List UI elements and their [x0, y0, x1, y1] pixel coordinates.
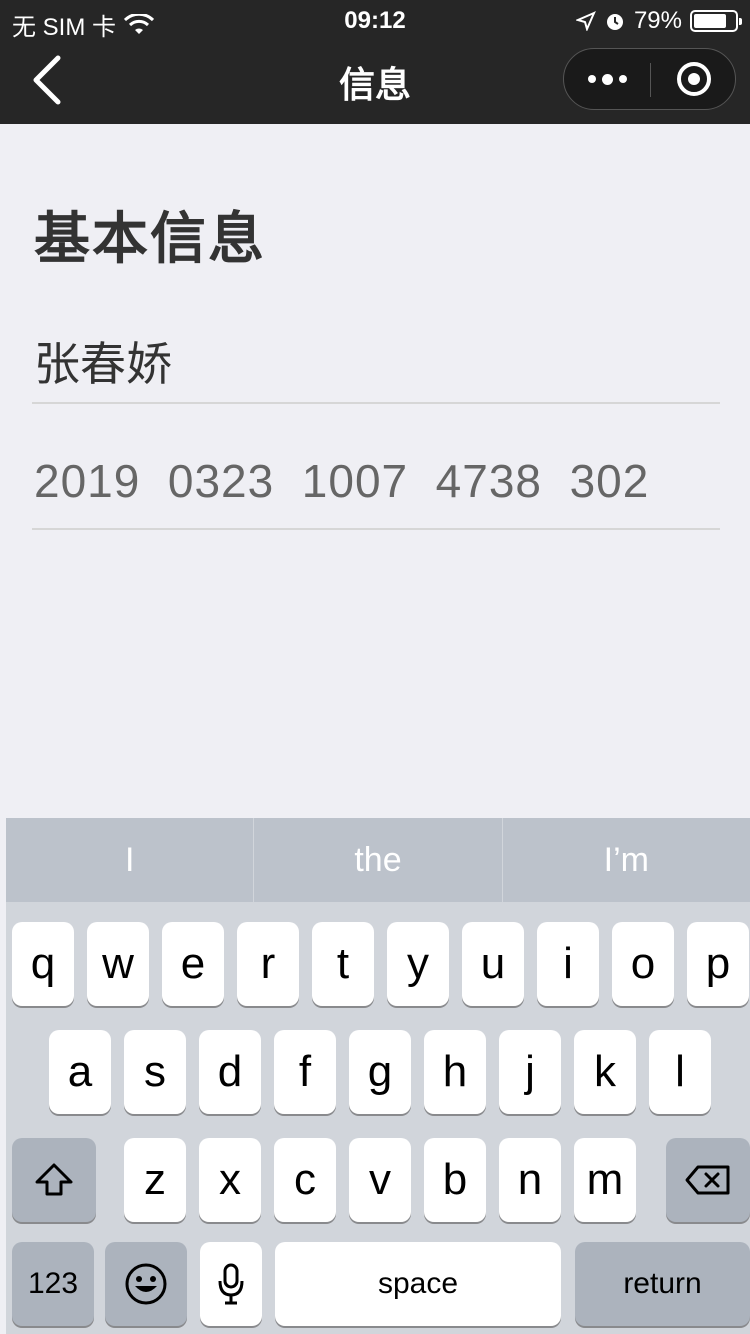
key-l[interactable]: l [649, 1030, 711, 1114]
number-field[interactable]: 2019 0323 1007 4738 302 [32, 444, 720, 530]
number-value: 2019 0323 1007 4738 302 [34, 455, 650, 507]
more-dot-icon [618, 75, 627, 83]
numbers-key[interactable]: 123 [12, 1242, 94, 1326]
key-a[interactable]: a [49, 1030, 111, 1114]
suggestion-item[interactable]: I’m [503, 818, 750, 902]
battery-percent: 79% [633, 7, 682, 34]
suggestion-item[interactable]: I [6, 818, 255, 902]
key-i[interactable]: i [537, 922, 599, 1006]
dictation-key[interactable] [200, 1242, 262, 1326]
target-circle-icon [677, 62, 711, 96]
more-button[interactable] [564, 49, 650, 109]
battery-fill [694, 14, 726, 28]
key-s[interactable]: s [124, 1030, 186, 1114]
key-y[interactable]: y [387, 922, 449, 1006]
more-dot-icon [601, 73, 613, 85]
key-x[interactable]: x [199, 1138, 261, 1222]
status-right: 79% [575, 7, 742, 35]
key-j[interactable]: j [499, 1030, 561, 1114]
key-d[interactable]: d [199, 1030, 261, 1114]
key-o[interactable]: o [612, 922, 674, 1006]
close-mini-program-button[interactable] [651, 49, 737, 109]
alarm-icon [606, 14, 623, 30]
emoji-icon [125, 1263, 167, 1305]
space-key[interactable]: space [275, 1242, 561, 1326]
section-title: 基本信息 [34, 207, 266, 270]
name-field[interactable]: 张春娇 [32, 318, 720, 404]
more-dot-icon [587, 75, 596, 83]
key-e[interactable]: e [162, 922, 224, 1006]
key-b[interactable]: b [424, 1138, 486, 1222]
key-q[interactable]: q [12, 922, 74, 1006]
key-h[interactable]: h [424, 1030, 486, 1114]
status-bar: 无 SIM 卡 09:12 79% [0, 0, 750, 41]
backspace-key[interactable] [666, 1138, 750, 1222]
battery-icon [690, 10, 742, 32]
key-w[interactable]: w [87, 922, 149, 1006]
key-g[interactable]: g [349, 1030, 411, 1114]
mini-program-capsule [563, 48, 736, 110]
location-arrow-icon [575, 11, 596, 31]
name-value: 张春娇 [34, 338, 172, 390]
shift-arrow-icon [35, 1163, 73, 1196]
key-v[interactable]: v [349, 1138, 411, 1222]
keyboard: I the I’m q w e r t y u i o p a s d f g … [6, 818, 750, 1334]
battery-nub [739, 18, 742, 25]
key-m[interactable]: m [574, 1138, 636, 1222]
key-f[interactable]: f [274, 1030, 336, 1114]
shift-key[interactable] [12, 1138, 96, 1222]
microphone-icon [218, 1263, 244, 1305]
key-c[interactable]: c [274, 1138, 336, 1222]
key-k[interactable]: k [574, 1030, 636, 1114]
suggestion-bar: I the I’m [6, 818, 750, 902]
key-u[interactable]: u [462, 922, 524, 1006]
key-z[interactable]: z [124, 1138, 186, 1222]
key-p[interactable]: p [687, 922, 749, 1006]
key-n[interactable]: n [499, 1138, 561, 1222]
return-key[interactable]: return [575, 1242, 750, 1326]
emoji-key[interactable] [105, 1242, 187, 1326]
key-t[interactable]: t [312, 922, 374, 1006]
top-bar: 无 SIM 卡 09:12 79% 信息 [0, 0, 750, 124]
suggestion-item[interactable]: the [254, 818, 503, 902]
key-r[interactable]: r [237, 922, 299, 1006]
backspace-icon [685, 1165, 730, 1195]
